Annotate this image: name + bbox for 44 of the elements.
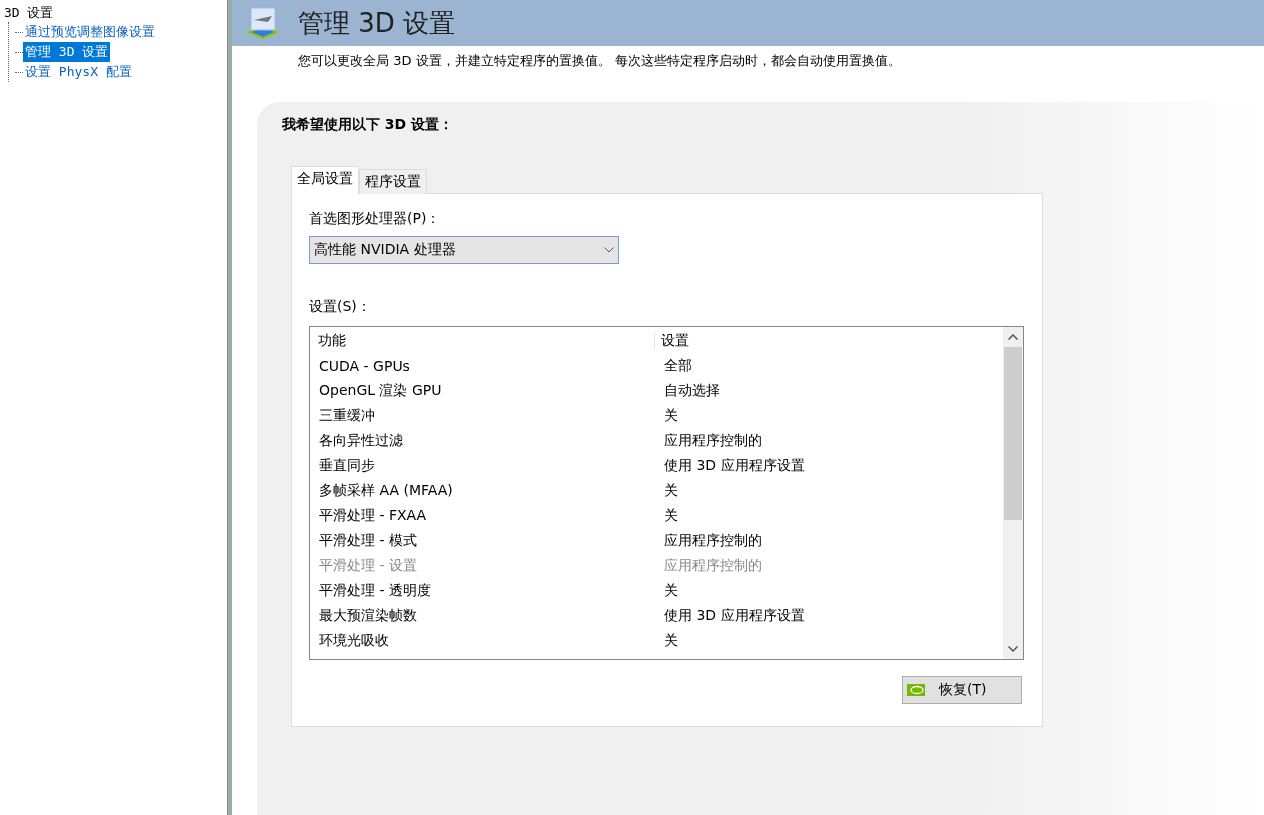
- section-title: 我希望使用以下 3D 设置：: [282, 116, 454, 132]
- column-header[interactable]: 设置: [655, 332, 689, 350]
- setting-cell[interactable]: 自动选择: [655, 381, 720, 400]
- page-title: 管理 3D 设置: [298, 6, 456, 40]
- tree-item[interactable]: 通过预览调整图像设置: [23, 22, 157, 42]
- setting-cell[interactable]: 使用 3D 应用程序设置: [655, 606, 805, 625]
- caret-icon: [604, 247, 614, 253]
- scroll-thumb[interactable]: [1004, 347, 1022, 520]
- feature-cell[interactable]: 平滑处理 - FXAA: [310, 506, 655, 525]
- tree-item[interactable]: 设置 PhysX 配置: [23, 62, 134, 82]
- setting-cell[interactable]: 关: [655, 406, 678, 425]
- setting-cell[interactable]: 应用程序控制的: [655, 431, 762, 450]
- setting-cell[interactable]: 关: [655, 481, 678, 500]
- eye-logo-icon: [907, 684, 925, 696]
- feature-cell[interactable]: 三重缓冲: [310, 406, 655, 425]
- feature-cell[interactable]: 平滑处理 - 透明度: [310, 581, 655, 600]
- scroll-up-icon[interactable]: [1008, 334, 1018, 340]
- column-header[interactable]: 功能: [310, 332, 655, 350]
- setting-cell[interactable]: 关: [655, 631, 678, 650]
- scrollbar[interactable]: [1003, 327, 1023, 659]
- tab[interactable]: 程序设置: [359, 169, 427, 194]
- settings-label: 设置(S)：: [309, 298, 372, 316]
- setting-cell[interactable]: 关: [655, 581, 678, 600]
- feature-cell[interactable]: OpenGL 渲染 GPU: [310, 381, 655, 400]
- restore-button[interactable]: 恢复(T): [902, 676, 1022, 704]
- cube-icon: [246, 6, 280, 40]
- feature-cell[interactable]: 平滑处理 - 模式: [310, 531, 655, 550]
- tree-item[interactable]: 3D 设置: [4, 4, 227, 22]
- processor-dropdown[interactable]: 高性能 NVIDIA 处理器: [309, 236, 619, 264]
- feature-cell[interactable]: 各向异性过滤: [310, 431, 655, 450]
- feature-cell[interactable]: 环境光吸收: [310, 631, 655, 650]
- setting-cell[interactable]: 应用程序控制的: [655, 531, 762, 550]
- feature-cell[interactable]: 多帧采样 AA (MFAA): [310, 481, 655, 500]
- tab[interactable]: 全局设置: [291, 166, 359, 194]
- processor-label: 首选图形处理器(P)：: [309, 210, 442, 228]
- feature-cell[interactable]: CUDA - GPUs: [310, 357, 655, 374]
- setting-cell[interactable]: 全部: [655, 356, 692, 375]
- tree-item[interactable]: 管理 3D 设置: [23, 42, 111, 62]
- feature-cell[interactable]: 最大预渲染帧数: [310, 606, 655, 625]
- description-text: 您可以更改全局 3D 设置，并建立特定程序的置换值。 每次这些特定程序启动时，都会自动使用置换值。: [298, 52, 902, 70]
- setting-cell[interactable]: 关: [655, 506, 678, 525]
- feature-cell[interactable]: 垂直同步: [310, 456, 655, 475]
- setting-cell[interactable]: 使用 3D 应用程序设置: [655, 456, 805, 475]
- scroll-down-icon[interactable]: [1008, 646, 1018, 652]
